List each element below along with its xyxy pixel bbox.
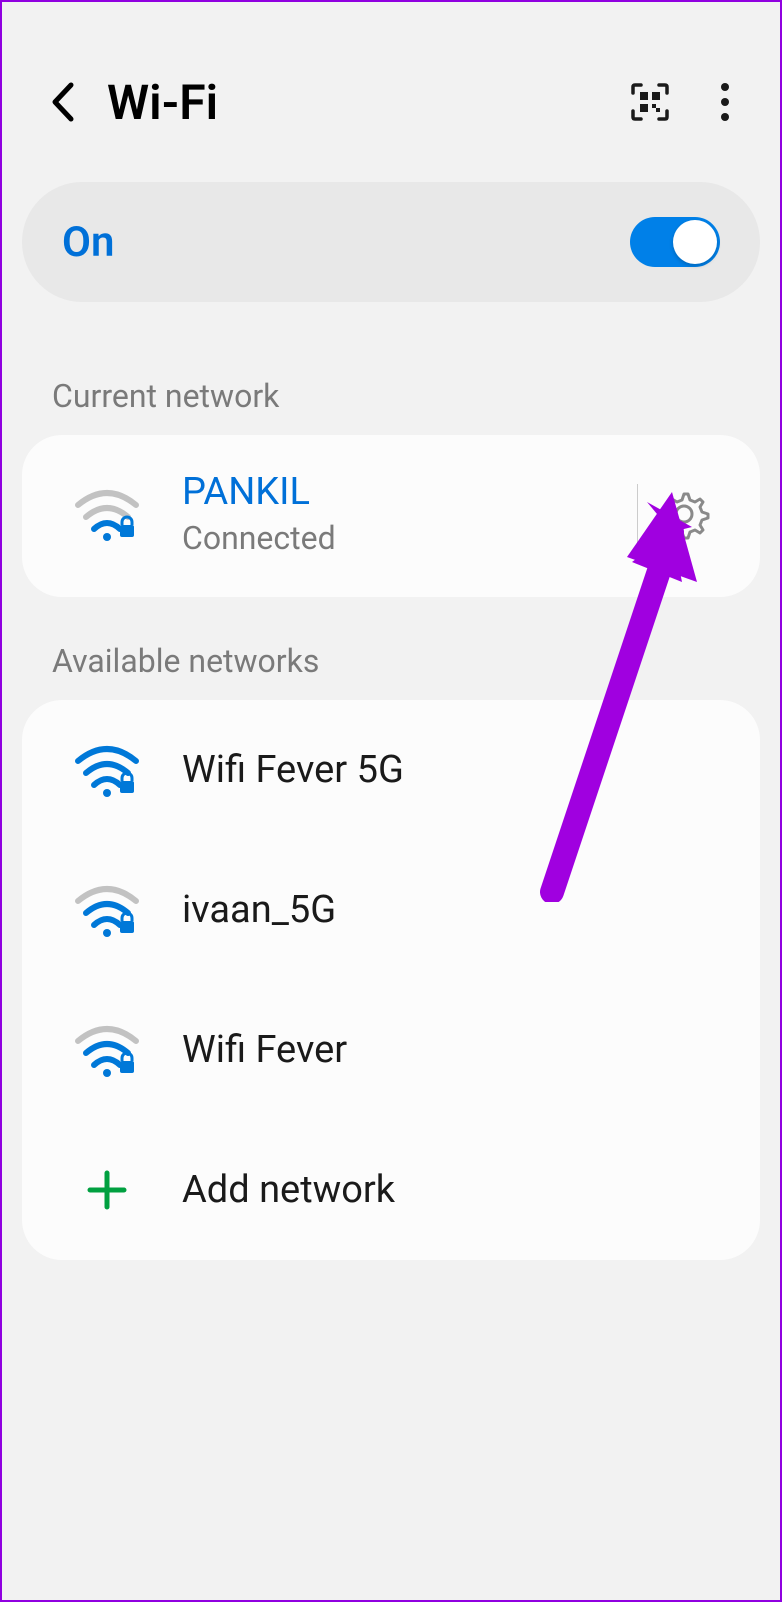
vertical-divider	[637, 484, 638, 544]
header-bar: Wi-Fi	[2, 2, 780, 172]
network-settings-button[interactable]	[658, 488, 710, 540]
qr-scan-button[interactable]	[625, 77, 675, 127]
current-network-actions	[637, 484, 710, 544]
network-name: Wifi Fever	[182, 1028, 710, 1072]
chevron-left-icon	[48, 81, 76, 123]
wifi-toggle-card: On	[22, 182, 760, 302]
current-network-status: Connected	[182, 519, 637, 557]
current-network-item[interactable]: PANKIL Connected	[22, 435, 760, 597]
toggle-knob	[673, 220, 717, 264]
wifi-toggle-label: On	[62, 218, 114, 267]
network-name: Wifi Fever 5G	[182, 748, 710, 792]
network-item[interactable]: Wifi Fever 5G	[22, 700, 760, 840]
current-network-name: PANKIL	[182, 470, 637, 514]
wifi-icon-medium-locked	[62, 1023, 152, 1077]
more-options-button[interactable]	[700, 77, 750, 127]
network-name: ivaan_5G	[182, 888, 710, 932]
header-actions	[625, 77, 750, 127]
more-vertical-icon	[720, 81, 730, 123]
network-item[interactable]: Wifi Fever	[22, 980, 760, 1120]
qr-code-icon	[629, 81, 671, 123]
wifi-icon-strong-locked	[62, 743, 152, 797]
back-button[interactable]	[32, 72, 92, 132]
network-info: Wifi Fever 5G	[182, 748, 710, 792]
wifi-toggle-switch[interactable]	[630, 217, 720, 267]
gear-icon	[658, 488, 710, 540]
plus-icon	[62, 1165, 152, 1215]
page-title: Wi-Fi	[107, 74, 625, 131]
add-network-item[interactable]: Add network	[22, 1120, 760, 1260]
available-networks-label: Available networks	[2, 597, 780, 700]
network-info: Wifi Fever	[182, 1028, 710, 1072]
available-networks-card: Wifi Fever 5G ivaan_5G	[22, 700, 760, 1260]
add-network-info: Add network	[182, 1168, 710, 1212]
wifi-icon-weak-locked	[62, 487, 152, 541]
wifi-icon-medium-locked	[62, 883, 152, 937]
network-info: ivaan_5G	[182, 888, 710, 932]
current-network-label: Current network	[2, 332, 780, 435]
add-network-label: Add network	[182, 1168, 710, 1212]
network-item[interactable]: ivaan_5G	[22, 840, 760, 980]
current-network-info: PANKIL Connected	[182, 470, 637, 557]
current-network-card: PANKIL Connected	[22, 435, 760, 597]
